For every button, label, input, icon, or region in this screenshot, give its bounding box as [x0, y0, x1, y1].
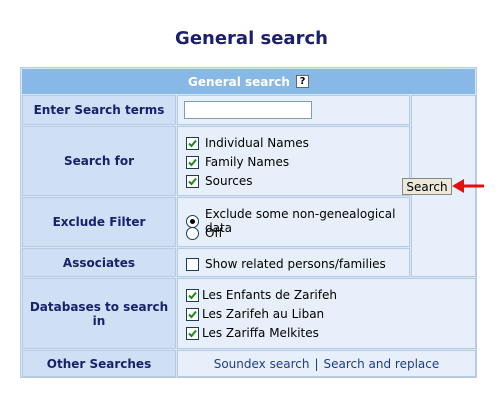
- option-enfants-de-zarifeh[interactable]: Les Enfants de Zarifeh: [186, 288, 337, 302]
- checkbox-zarifeh-au-liban[interactable]: [186, 307, 199, 321]
- other-searches-label: Other Searches: [46, 356, 152, 371]
- search-terms-cell: [177, 95, 410, 125]
- option-label: Exclude some non-genealogical data: [205, 207, 396, 235]
- label-exclude-filter: Exclude Filter: [22, 197, 176, 247]
- search-for-label: Search for: [63, 154, 134, 168]
- other-searches-cell: Soundex search | Search and replace: [177, 350, 476, 377]
- databases-cell: Les Enfants de Zarifeh Les Zarifeh au Li…: [177, 278, 476, 349]
- option-off[interactable]: Off: [186, 226, 223, 240]
- red-arrow-icon: [452, 179, 484, 193]
- option-label: Les Zarifeh au Liban: [202, 307, 325, 321]
- checkbox-family-names[interactable]: [186, 155, 199, 169]
- option-show-related[interactable]: Show related persons/families: [186, 257, 386, 271]
- option-label: Individual Names: [205, 136, 309, 150]
- exclude-filter-cell: Exclude some non-genealogical data Off: [177, 197, 410, 247]
- link-separator: |: [314, 356, 319, 371]
- option-zarifeh-au-liban[interactable]: Les Zarifeh au Liban: [186, 307, 324, 321]
- label-search-terms: Enter Search terms: [22, 95, 176, 125]
- search-and-replace-link[interactable]: Search and replace: [324, 357, 440, 371]
- option-individual-names[interactable]: Individual Names: [186, 136, 309, 150]
- search-terms-label: Enter Search terms: [33, 103, 165, 117]
- search-button[interactable]: Search: [402, 178, 452, 195]
- help-icon[interactable]: ?: [295, 75, 309, 88]
- associates-cell: Show related persons/families: [177, 248, 410, 277]
- option-label: Les Enfants de Zarifeh: [202, 288, 337, 302]
- checkbox-individual-names[interactable]: [186, 136, 199, 150]
- checkbox-zariffa-melkites[interactable]: [186, 326, 199, 340]
- associates-label: Associates: [62, 255, 136, 270]
- checkbox-show-related[interactable]: [186, 257, 199, 271]
- option-label: Sources: [205, 174, 253, 188]
- option-family-names[interactable]: Family Names: [186, 155, 289, 169]
- search-panel: General search ? Enter Search terms Sear…: [20, 67, 477, 378]
- checkbox-enfants-de-zarifeh[interactable]: [186, 288, 199, 302]
- radio-off[interactable]: [186, 226, 199, 240]
- option-label: Les Zariffa Melkites: [202, 326, 319, 340]
- option-zariffa-melkites[interactable]: Les Zariffa Melkites: [186, 326, 319, 340]
- label-associates: Associates: [22, 248, 176, 277]
- exclude-filter-label: Exclude Filter: [52, 215, 146, 229]
- option-label: Show related persons/families: [205, 257, 386, 271]
- page-title: General search: [175, 28, 328, 49]
- label-other-searches: Other Searches: [22, 350, 176, 377]
- databases-label: Databases to search in: [29, 299, 169, 328]
- soundex-search-link[interactable]: Soundex search: [214, 357, 310, 371]
- panel-header-title: General search: [188, 74, 290, 89]
- search-terms-input[interactable]: [184, 101, 312, 119]
- label-search-for: Search for: [22, 126, 176, 196]
- label-databases: Databases to search in: [22, 278, 176, 349]
- panel-header: General search ?: [22, 69, 475, 94]
- checkbox-sources[interactable]: [186, 174, 199, 188]
- option-sources[interactable]: Sources: [186, 174, 252, 188]
- search-for-cell: Individual Names Family Names Sources: [177, 126, 410, 196]
- option-label: Family Names: [205, 155, 290, 169]
- option-label: Off: [205, 226, 223, 240]
